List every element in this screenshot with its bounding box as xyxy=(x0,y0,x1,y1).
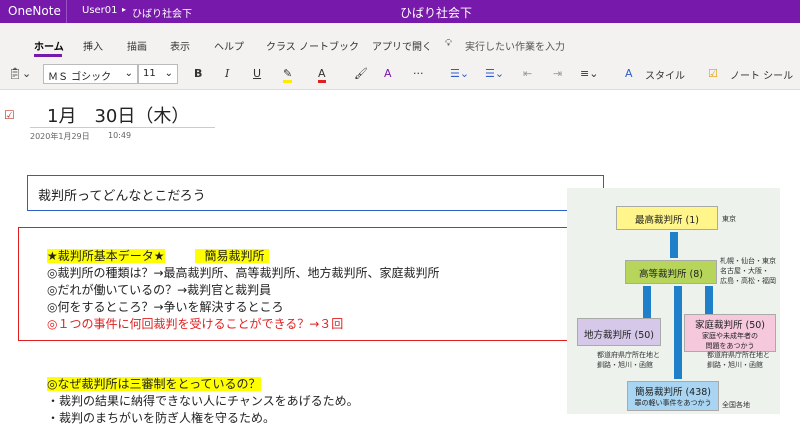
page-time: 10:49 xyxy=(108,131,132,140)
why-heading: ◎なぜ裁判所は三審制をとっているの？ xyxy=(47,377,261,391)
court-diagram: 最高裁判所 (1) 東京 高等裁判所 (8) 札幌・仙台・東京 名古屋・大阪・ 広島… xyxy=(567,188,780,414)
supreme-court-box: 最高裁判所 (1) xyxy=(616,206,718,230)
font-size-value: 11 xyxy=(143,68,156,79)
styles-icon: A xyxy=(625,67,633,80)
question-box[interactable]: 裁判所ってどんなとこだろう xyxy=(27,175,604,211)
data-heading: ★裁判所基本データ★ xyxy=(47,249,165,263)
format-painter-icon[interactable]: 🖌︎ xyxy=(354,67,368,80)
question-text: 裁判所ってどんなとこだろう xyxy=(38,189,206,204)
breadcrumb-user[interactable]: User01 xyxy=(82,5,118,16)
high-court-box: 高等裁判所 (8) xyxy=(625,260,717,284)
tab-home[interactable]: ホーム xyxy=(34,38,64,53)
font-value: ＭＳ ゴシック xyxy=(48,72,112,83)
window-title: ひばり社会下 xyxy=(400,6,473,20)
district-location: 都道府県庁所在地と 釧路・旭川・函館 xyxy=(597,351,660,369)
underline-button[interactable]: U xyxy=(253,67,261,80)
clipboard-icon[interactable]: 📋︎⌄ xyxy=(8,67,31,80)
supreme-location: 東京 xyxy=(722,215,736,223)
data-line: ◎１つの事件に何回裁判を受けることができる？→３回 xyxy=(47,317,344,331)
why-text[interactable]: ◎なぜ裁判所は三審制をとっているの？ ・裁判の結果に納得できない人にチャンスをあ… xyxy=(47,376,359,427)
data-line: ◎だれが働いているの？→裁判官と裁判員 xyxy=(47,283,272,297)
numbering-icon[interactable]: ☰⌄ xyxy=(485,67,504,80)
data-text[interactable]: ★裁判所基本データ★ 簡易裁判所 ◎裁判所の種類は？→最高裁判所、高等裁判所、地方… xyxy=(47,248,440,333)
page-title[interactable]: 1月 30日（木） xyxy=(47,102,189,128)
high-location: 札幌・仙台・東京 名古屋・大阪・ 広島・高松・福岡 xyxy=(720,257,776,285)
highlight-icon[interactable]: ✎ xyxy=(283,67,293,83)
tab-class-notebook[interactable]: クラス ノートブック xyxy=(266,38,359,53)
tab-draw[interactable]: 描画 xyxy=(127,38,147,53)
data-subheading: 簡易裁判所 xyxy=(194,249,269,263)
family-location: 都道府県庁所在地と 釧路・旭川・函館 xyxy=(707,351,770,369)
tell-me-search[interactable]: 実行したい作業を入力 xyxy=(465,38,565,53)
tab-insert[interactable]: 挿入 xyxy=(83,38,103,53)
ribbon-tabs: ホーム 挿入 描画 表示 ヘルプ クラス ノートブック アプリで開く 💡︎ 実行… xyxy=(0,23,800,59)
family-court-box: 家庭裁判所 (50) 家庭や未成年者の 問題をあつかう xyxy=(684,314,776,352)
page-date: 2020年1月29日 xyxy=(30,132,90,141)
outdent-icon[interactable]: ⇤ xyxy=(523,67,532,80)
indent-icon[interactable]: ⇥ xyxy=(553,67,562,80)
font-color-icon[interactable]: A xyxy=(318,67,326,83)
bold-button[interactable]: B xyxy=(194,67,202,80)
why-line: ・裁判の結果に納得できない人にチャンスをあげるため。 xyxy=(47,394,359,408)
tab-view[interactable]: 表示 xyxy=(170,38,190,53)
open-in-app[interactable]: アプリで開く xyxy=(372,38,432,53)
lightbulb-icon: 💡︎ xyxy=(445,38,452,49)
tab-help[interactable]: ヘルプ xyxy=(214,38,244,53)
summary-location: 全国各地 xyxy=(722,401,750,409)
more-button[interactable]: ··· xyxy=(413,67,424,80)
breadcrumb-separator-icon: ▸ xyxy=(122,5,127,14)
app-name[interactable]: OneNote xyxy=(8,4,61,18)
align-icon[interactable]: ≡⌄ xyxy=(580,67,598,80)
tag-icon: ☑ xyxy=(708,67,718,80)
why-line: ・裁判のまちがいを防ぎ人権を守るため。 xyxy=(47,411,276,425)
district-court-box: 地方裁判所 (50) xyxy=(577,318,661,346)
active-tab-indicator xyxy=(34,54,62,57)
clear-format-icon[interactable]: A xyxy=(384,67,392,80)
bullets-icon[interactable]: ☰⌄ xyxy=(450,67,469,80)
font-select[interactable]: ＭＳ ゴシック ⌄ xyxy=(43,64,138,84)
arrow xyxy=(643,286,651,318)
divider xyxy=(66,0,67,23)
font-size-select[interactable]: 11 ⌄ xyxy=(138,64,178,84)
data-line: ◎何をするところ？→争いを解決するところ xyxy=(47,300,284,314)
title-underline xyxy=(30,127,215,128)
data-line: ◎裁判所の種類は？→最高裁判所、高等裁判所、地方裁判所、家庭裁判所 xyxy=(47,266,440,280)
arrow xyxy=(674,286,682,379)
ribbon-toolbar: 📋︎⌄ ＭＳ ゴシック ⌄ 11 ⌄ B I U ✎ A 🖌︎ A ··· ☰⌄ ☰… xyxy=(0,59,800,90)
arrow xyxy=(670,232,678,258)
breadcrumb-notebook[interactable]: ひばり社会下 xyxy=(132,5,192,20)
italic-button[interactable]: I xyxy=(225,67,229,80)
title-bar: OneNote User01 ▸ ひばり社会下 ひばり社会下 xyxy=(0,0,800,23)
note-tags-button[interactable]: ノート シール xyxy=(730,67,793,82)
styles-button[interactable]: スタイル xyxy=(645,67,685,82)
checkbox-icon[interactable]: ☑ xyxy=(4,108,15,122)
summary-court-box: 簡易裁判所 (438) 罪の軽い事件をあつかう xyxy=(627,381,719,411)
arrow xyxy=(705,286,713,314)
